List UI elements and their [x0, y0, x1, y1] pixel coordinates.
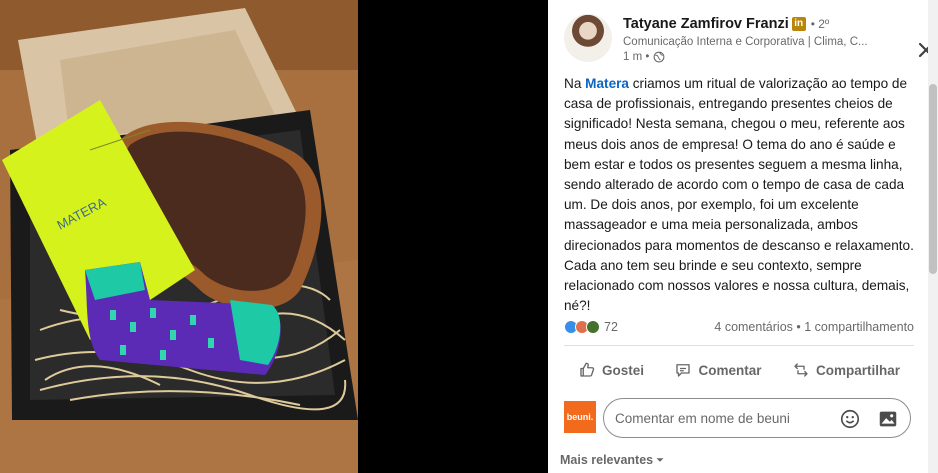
scroll-thumb[interactable]	[929, 84, 937, 274]
photo-illustration: MATERA	[0, 0, 358, 473]
image-upload-button[interactable]	[877, 408, 899, 433]
brand-avatar[interactable]: beuni.	[564, 401, 596, 433]
action-bar: Gostei Comentar Compartilhar	[564, 355, 914, 385]
comment-label: Comentar	[698, 362, 762, 378]
connection-degree: • 2º	[810, 17, 830, 31]
share-label: Compartilhar	[815, 362, 900, 378]
linkedin-premium-icon: in	[791, 17, 806, 31]
photo-viewer: MATERA	[0, 0, 548, 473]
repost-icon	[794, 363, 808, 377]
sort-dropdown[interactable]: Mais relevantes	[560, 453, 667, 467]
caret-down-icon	[656, 458, 664, 462]
author-line: Tatyane Zamfirov Franzi in • 2º	[623, 16, 829, 32]
author-avatar[interactable]	[564, 14, 612, 62]
post-text: Na Matera criamos um ritual de valorizaç…	[564, 74, 914, 316]
post-text-prefix: Na	[564, 76, 586, 91]
social-counts: 72 4 comentários • 1 compartilhamento	[564, 320, 914, 338]
post-meta: 1 m •	[623, 51, 665, 63]
thumbs-up-icon	[580, 362, 595, 377]
post-time: 1 m •	[623, 51, 650, 63]
celebrate-icon	[586, 320, 600, 334]
post-photo: MATERA	[0, 0, 358, 473]
emoji-button[interactable]	[839, 408, 861, 433]
image-icon	[879, 411, 897, 427]
sort-label: Mais relevantes	[560, 453, 654, 467]
company-mention-link[interactable]: Matera	[585, 76, 629, 91]
globe-icon	[654, 51, 665, 63]
share-button[interactable]: Compartilhar	[778, 355, 914, 385]
like-label: Gostei	[602, 362, 645, 378]
comment-button[interactable]: Comentar	[660, 355, 775, 385]
post-text-body: criamos um ritual de valorização ao temp…	[564, 76, 914, 314]
comment-input[interactable]	[615, 410, 830, 426]
emoji-icon	[840, 409, 860, 429]
author-name[interactable]: Tatyane Zamfirov Franzi	[623, 16, 789, 32]
post-detail-panel: Tatyane Zamfirov Franzi in • 2º Comunica…	[548, 0, 938, 473]
reactions-summary[interactable]: 72	[564, 320, 618, 334]
comments-shares-count[interactable]: 4 comentários • 1 compartilhamento	[714, 320, 914, 334]
author-headline: Comunicação Interna e Corporativa | Clim…	[623, 36, 868, 48]
like-button[interactable]: Gostei	[564, 355, 658, 385]
comment-box[interactable]	[603, 398, 911, 438]
divider	[564, 345, 914, 346]
post-header: Tatyane Zamfirov Franzi in • 2º Comunica…	[564, 14, 934, 66]
comment-icon	[676, 364, 691, 377]
reaction-count: 72	[604, 320, 618, 334]
scrollbar[interactable]	[928, 0, 938, 473]
comment-composer: beuni.	[564, 398, 914, 440]
